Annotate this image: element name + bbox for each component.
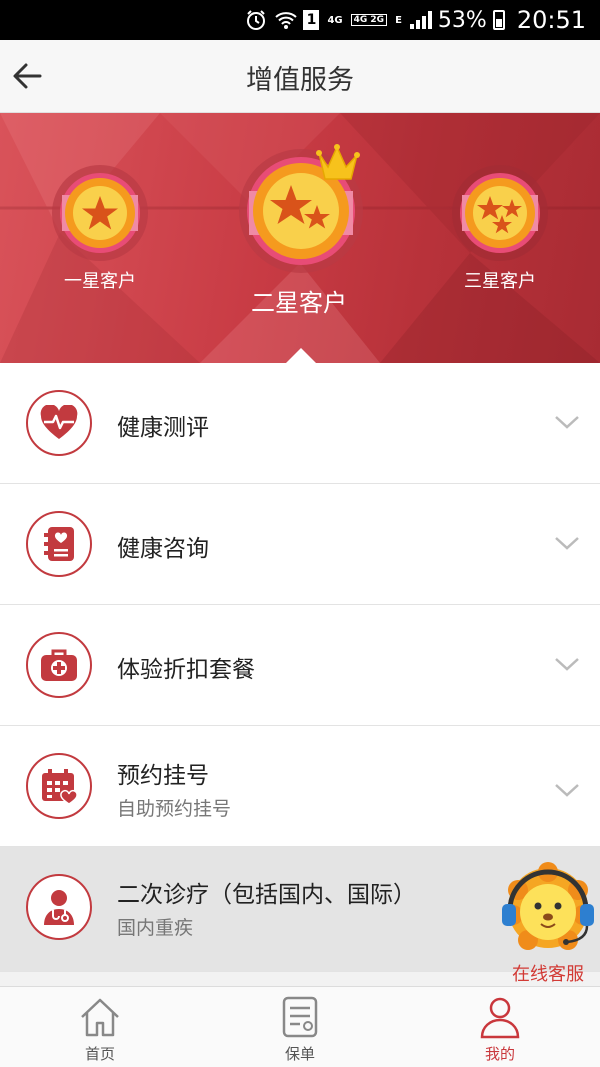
battery-icon bbox=[492, 10, 505, 30]
tier-label: 三星客户 bbox=[464, 271, 536, 292]
tier-three-star[interactable]: 三星客户 bbox=[450, 163, 550, 292]
doctor-icon bbox=[26, 874, 92, 940]
chevron-down-icon[interactable] bbox=[554, 413, 580, 431]
battery-percent: 53% bbox=[437, 7, 487, 33]
home-icon bbox=[81, 998, 119, 1037]
bottom-tab-bar: 首页 保单 我的 bbox=[0, 986, 600, 1067]
signal-icon bbox=[409, 11, 432, 29]
network-4g: 4G bbox=[327, 14, 343, 26]
lion-mascot-icon bbox=[502, 862, 594, 950]
three-star-medal-icon bbox=[452, 165, 548, 261]
chevron-down-icon[interactable] bbox=[554, 781, 580, 799]
tier-banner: 一星客户 二星客户 三星客户 bbox=[0, 113, 600, 363]
network-e: E bbox=[395, 14, 402, 26]
medical-kit-icon bbox=[26, 632, 92, 698]
chevron-down-icon[interactable] bbox=[554, 534, 580, 552]
service-item-health-assessment[interactable]: 健康测评 bbox=[0, 363, 600, 484]
tab-label: 我的 bbox=[484, 1045, 515, 1063]
tab-policy[interactable]: 保单 bbox=[200, 987, 400, 1067]
tab-home[interactable]: 首页 bbox=[0, 987, 200, 1067]
service-title: 健康测评 bbox=[117, 415, 209, 441]
one-star-medal-icon bbox=[52, 165, 148, 261]
tier-label: 一星客户 bbox=[64, 271, 136, 292]
status-bar: 1 4G 4G 2G E 53% 20:51 bbox=[0, 0, 600, 40]
alarm-icon bbox=[245, 9, 267, 31]
tab-label: 保单 bbox=[284, 1045, 315, 1063]
online-customer-service-button[interactable]: 在线客服 bbox=[498, 860, 598, 985]
service-subtitle: 自助预约挂号 bbox=[117, 798, 232, 820]
tier-label-selected: 二星客户 bbox=[251, 289, 347, 317]
service-title: 体验折扣套餐 bbox=[117, 657, 255, 683]
tab-label: 首页 bbox=[84, 1045, 115, 1063]
service-item-health-consultation[interactable]: 健康咨询 bbox=[0, 484, 600, 605]
sim-slot-icon: 1 bbox=[303, 10, 320, 30]
service-subtitle: 国内重疾 bbox=[117, 917, 194, 939]
wifi-icon bbox=[275, 10, 298, 30]
consult-book-icon bbox=[26, 511, 92, 577]
service-item-discount-package[interactable]: 体验折扣套餐 bbox=[0, 605, 600, 726]
calendar-heart-icon bbox=[26, 753, 92, 819]
network-4g-2g: 4G 2G bbox=[350, 14, 388, 26]
tab-mine[interactable]: 我的 bbox=[400, 987, 600, 1067]
chevron-down-icon[interactable] bbox=[554, 655, 580, 673]
page-title: 增值服务 bbox=[246, 65, 354, 96]
service-title: 健康咨询 bbox=[117, 536, 209, 562]
selected-tier-pointer bbox=[286, 348, 316, 363]
navigation-bar: 增值服务 bbox=[0, 40, 600, 113]
two-star-medal-icon bbox=[239, 144, 363, 273]
heart-pulse-icon bbox=[26, 390, 92, 456]
customer-service-label: 在线客服 bbox=[512, 964, 584, 985]
policy-icon bbox=[282, 996, 318, 1038]
service-title: 二次诊疗（包括国内、国际） bbox=[117, 882, 416, 908]
profile-icon bbox=[480, 997, 520, 1039]
service-item-appointment[interactable]: 预约挂号 自助预约挂号 bbox=[0, 726, 600, 847]
tier-two-star[interactable]: 二星客户 bbox=[233, 133, 373, 333]
tier-one-star[interactable]: 一星客户 bbox=[50, 163, 150, 292]
service-title: 预约挂号 bbox=[117, 763, 209, 789]
clock: 20:51 bbox=[516, 6, 586, 34]
